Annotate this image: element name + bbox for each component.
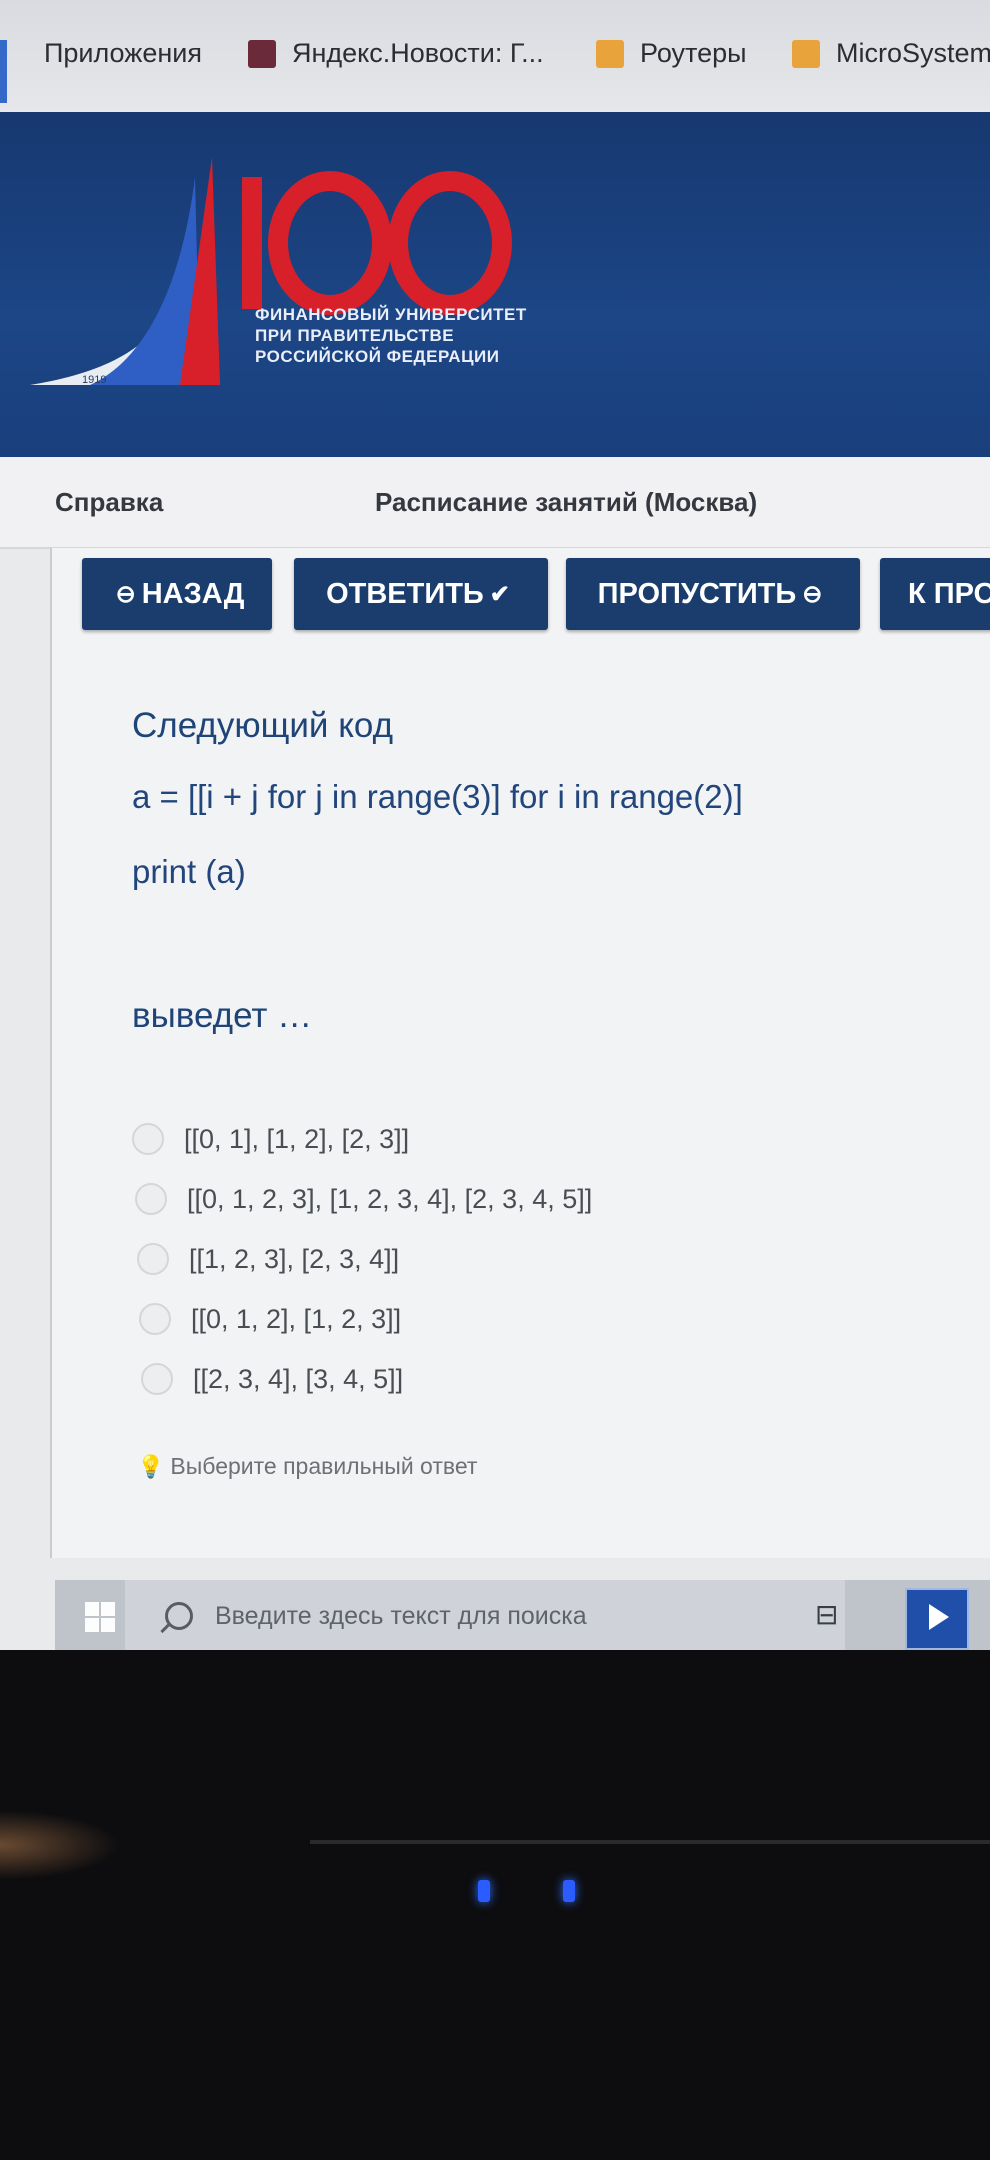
- next-button[interactable]: К ПРО: [880, 558, 990, 630]
- arrow-left-circle-icon: ⊖: [115, 580, 136, 608]
- news-favicon-icon: [248, 39, 276, 68]
- apps-grid-icon: [0, 39, 28, 103]
- radio-button[interactable]: [141, 1363, 173, 1395]
- nav-help-link[interactable]: Справка: [55, 487, 163, 518]
- monitor-screen: Приложения Яндекс.Новости: Г... Роутеры …: [0, 0, 990, 1650]
- answer-option[interactable]: [[0, 1, 2], [1, 2, 3]]: [139, 1303, 401, 1335]
- skip-button[interactable]: ПРОПУСТИТЬ ⊖: [566, 558, 860, 630]
- taskbar-search-placeholder: Введите здесь текст для поиска: [215, 1601, 587, 1630]
- radio-button[interactable]: [132, 1123, 164, 1155]
- checkmark-icon: ✔: [489, 580, 510, 608]
- answer-option-text: [[1, 2, 3], [2, 3, 4]]: [189, 1243, 400, 1274]
- question-intro: Следующий код: [132, 706, 394, 745]
- bookmark-routers[interactable]: Роутеры: [596, 38, 747, 69]
- answer-option-text: [[0, 1], [1, 2], [2, 3]]: [184, 1123, 410, 1154]
- media-player-icon[interactable]: [905, 1588, 969, 1650]
- site-header-banner: 1919 ФИНАНСОВЫЙ УНИВЕРСИТЕТ ПРИ ПРАВИТЕЛ…: [0, 112, 990, 457]
- taskbar-search-box[interactable]: Введите здесь текст для поиска: [125, 1580, 845, 1650]
- next-button-label: К ПРО: [908, 577, 990, 610]
- bookmark-label: MicroSystem: [836, 38, 990, 68]
- bookmark-yandex-news[interactable]: Яндекс.Новости: Г...: [248, 38, 544, 69]
- question-prompt: выведет …: [132, 996, 313, 1035]
- answer-option-text: [[2, 3, 4], [3, 4, 5]]: [193, 1363, 404, 1394]
- bookmark-apps[interactable]: Приложения: [0, 38, 202, 103]
- answer-option[interactable]: [[0, 1, 2, 3], [1, 2, 3, 4], [2, 3, 4, 5…: [135, 1183, 592, 1215]
- folder-icon: [792, 39, 820, 68]
- university-name-line1: ФИНАНСОВЫЙ УНИВЕРСИТЕТ: [255, 305, 527, 324]
- university-name-line3: РОССИЙСКОЙ ФЕДЕРАЦИИ: [255, 347, 500, 366]
- back-button[interactable]: ⊖ НАЗАД: [82, 558, 272, 630]
- monitor-bezel-edge: [310, 1840, 990, 1844]
- answer-hint: 💡 Выберите правильный ответ: [137, 1453, 477, 1480]
- answer-option[interactable]: [[2, 3, 4], [3, 4, 5]]: [141, 1363, 403, 1395]
- logo-year-text: 1919: [82, 374, 106, 386]
- ambient-light-reflection: [0, 1810, 120, 1880]
- bookmark-label: Роутеры: [640, 38, 747, 68]
- answer-option[interactable]: [[0, 1], [1, 2], [2, 3]]: [132, 1123, 409, 1155]
- bookmark-microsystem[interactable]: MicroSystem: [792, 38, 990, 69]
- folder-icon: [596, 39, 624, 68]
- answer-button[interactable]: ОТВЕТИТЬ ✔: [294, 558, 548, 630]
- radio-button[interactable]: [139, 1303, 171, 1335]
- lightbulb-icon: 💡: [137, 1453, 165, 1479]
- task-view-icon[interactable]: ⊟: [815, 1598, 855, 1634]
- answer-hint-text: Выберите правильный ответ: [170, 1453, 478, 1479]
- university-name: ФИНАНСОВЫЙ УНИВЕРСИТЕТ ПРИ ПРАВИТЕЛЬСТВЕ…: [255, 304, 527, 367]
- nav-schedule-link[interactable]: Расписание занятий (Москва): [375, 487, 757, 518]
- search-icon: [165, 1602, 193, 1630]
- windows-start-icon[interactable]: [85, 1602, 115, 1632]
- status-led-indicator: [563, 1880, 575, 1902]
- skip-button-label: ПРОПУСТИТЬ: [597, 577, 797, 610]
- bookmarks-bar: Приложения Яндекс.Новости: Г... Роутеры …: [0, 0, 990, 115]
- radio-button[interactable]: [137, 1243, 169, 1275]
- code-line-1: a = [[i + j for j in range(3)] for i in …: [132, 778, 743, 815]
- university-name-line2: ПРИ ПРАВИТЕЛЬСТВЕ: [255, 326, 455, 345]
- code-line-2: print (a): [132, 853, 246, 890]
- back-button-label: НАЗАД: [141, 577, 245, 610]
- quiz-card: ⊖ НАЗАД ОТВЕТИТЬ ✔ ПРОПУСТИТЬ ⊖ К ПРО Сл…: [50, 548, 990, 1558]
- answer-option[interactable]: [[1, 2, 3], [2, 3, 4]]: [137, 1243, 399, 1275]
- answer-option-text: [[0, 1, 2], [1, 2, 3]]: [191, 1303, 402, 1334]
- bookmark-label: Яндекс.Новости: Г...: [292, 38, 544, 68]
- radio-button[interactable]: [135, 1183, 167, 1215]
- answer-button-label: ОТВЕТИТЬ: [326, 577, 484, 610]
- windows-taskbar: Введите здесь текст для поиска ⊟: [55, 1580, 990, 1650]
- bookmark-label: Приложения: [44, 38, 202, 68]
- arrow-right-circle-icon: ⊖: [802, 580, 823, 608]
- top-nav: Справка Расписание занятий (Москва): [0, 457, 990, 549]
- status-led-indicator: [478, 1880, 490, 1902]
- answer-option-text: [[0, 1, 2, 3], [1, 2, 3, 4], [2, 3, 4, 5…: [187, 1183, 593, 1214]
